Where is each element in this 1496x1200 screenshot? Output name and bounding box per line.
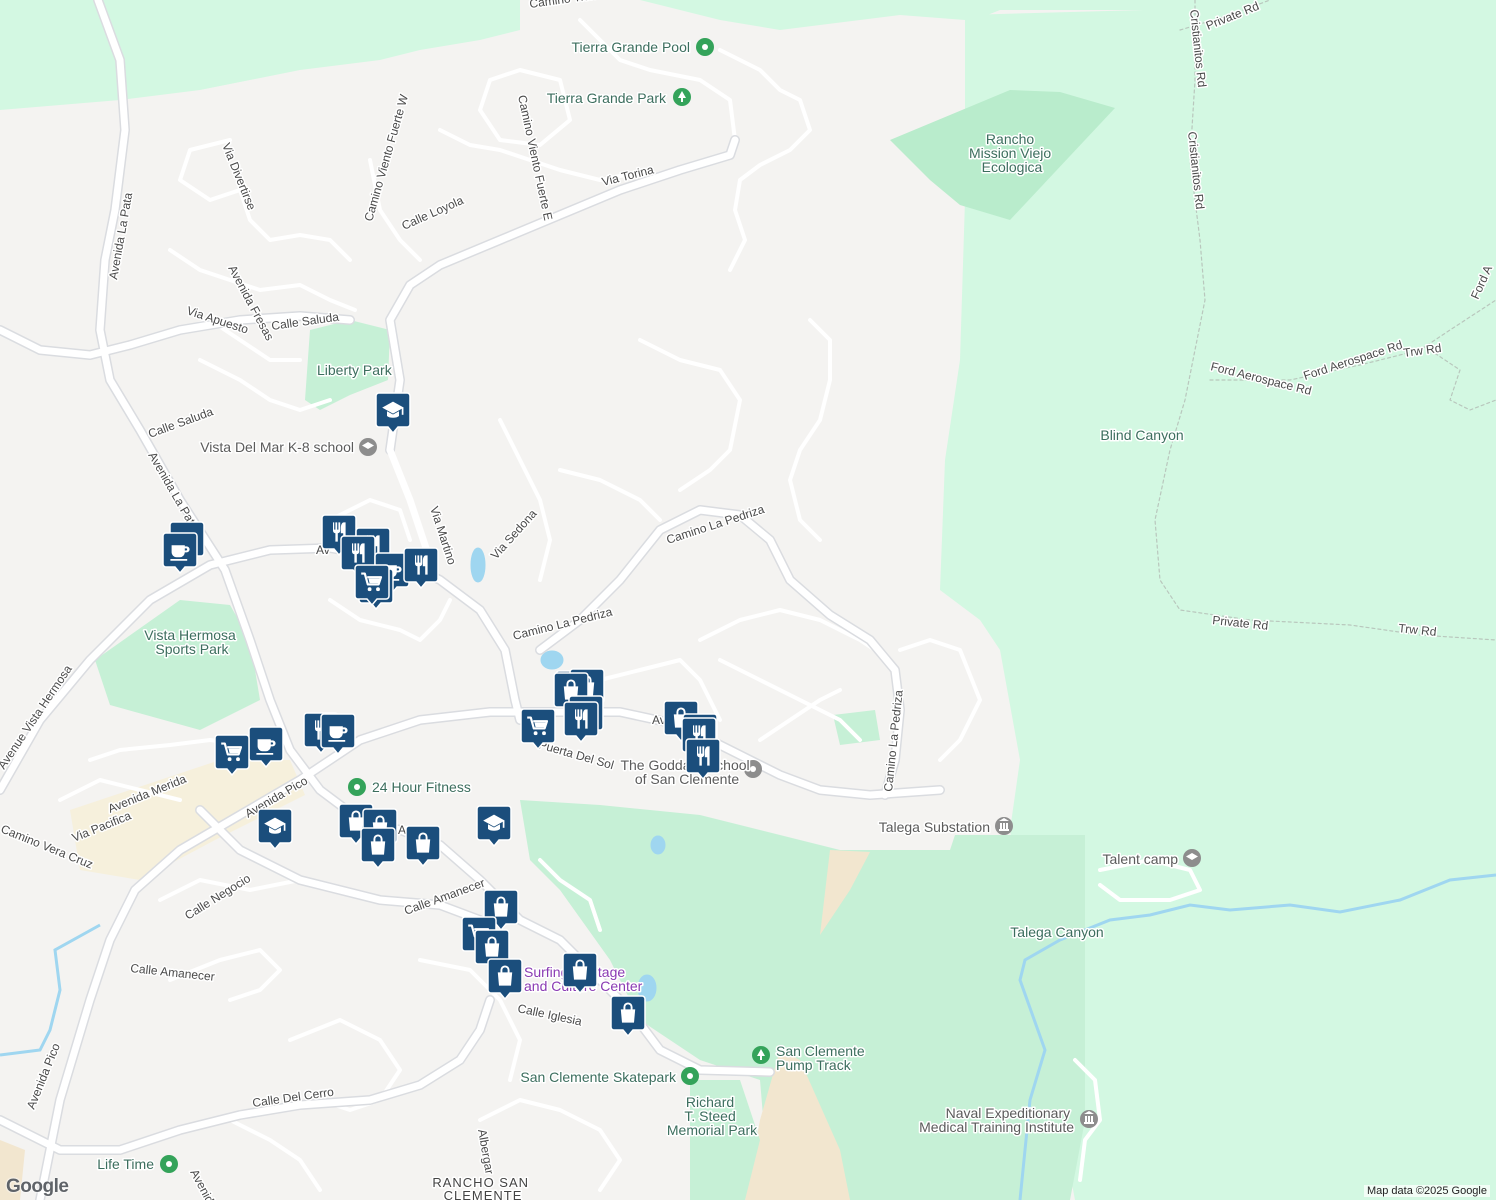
restaurant-marker[interactable] [685,738,721,781]
poi-blind-canyon[interactable]: Blind Canyon [1099,426,1185,445]
road-label: Calle Loyola [400,193,466,233]
road-label: Albergar [475,1128,497,1175]
poi-tierra-grande-pool[interactable]: Tierra Grande Pool [570,38,692,57]
cart-marker[interactable] [354,564,390,607]
coffee-marker[interactable] [320,713,356,756]
cart-marker[interactable] [214,734,250,777]
shopping-bag-marker[interactable] [562,952,598,995]
poi-life-time[interactable]: Life Time [96,1155,156,1174]
open-space-north [0,0,520,110]
restaurant-marker[interactable] [403,547,439,590]
poi-24-hour-fitness[interactable]: 24 Hour Fitness [371,778,473,797]
road-label: Camino Viento Fuerte W [361,92,411,223]
road-label: Calle Saluda [146,404,215,441]
poi-liberty-park[interactable]: Liberty Park [316,361,395,380]
shopping-bag-marker[interactable] [405,825,441,868]
shopping-bag-marker[interactable] [610,995,646,1038]
creek-west [0,923,101,1057]
road-label: Avenida [187,1167,220,1200]
google-logo: Google [6,1176,69,1197]
coffee-marker[interactable] [248,726,284,769]
road-label: Calle Iglesia [516,1001,583,1028]
pond-3 [650,835,666,855]
poi-tierra-grande-park[interactable]: Tierra Grande Park [545,89,668,108]
shopping-bag-marker[interactable] [487,958,523,1001]
school-marker[interactable] [375,392,411,435]
misc-park [833,710,880,745]
poi-skatepark[interactable]: San Clemente Skatepark [519,1068,679,1087]
coffee-marker[interactable] [162,532,198,575]
road-label: Camino La Pedriza [881,689,906,792]
poi-talent-camp[interactable]: Talent camp [1101,850,1180,869]
school-marker[interactable] [476,805,512,848]
camino-la-pedriza-road [385,135,740,455]
shopping-bag-marker[interactable] [360,827,396,870]
map-data-credit[interactable]: Map data ©2025 Google [1363,1185,1490,1197]
poi-vista-hermosa-sports-park[interactable]: Vista Hermosa Sports Park [143,626,239,659]
cart-marker[interactable] [520,708,556,751]
map-canvas[interactable]: Camino Tierra Grande Via Divertirse Cami… [0,0,1496,1200]
neighborhood-rancho-san-clemente: RANCHO SAN CLEMENTE [432,1175,533,1200]
road-label: Camino Tierra Grande [528,0,648,11]
land-use-layer [0,0,1496,1200]
vista-hermosa-park [95,600,260,730]
restaurant-marker[interactable] [563,701,599,744]
road-label: Via Divertirse [219,141,259,213]
road-label: Avenida La Pata [145,450,201,533]
pond-1 [470,547,486,583]
poi-vista-del-mar[interactable]: Vista Del Mar K-8 school [199,438,356,457]
road-label: Avenue Vista Hermosa [0,662,75,771]
poi-talega-substation[interactable]: Talega Substation [877,818,991,837]
road-label: Calle Negocio [182,871,253,923]
pond-2 [540,650,564,670]
road-label: Via Sedona [488,506,540,562]
school-marker[interactable] [257,808,293,851]
poi-talega-canyon[interactable]: Talega Canyon [1009,923,1105,942]
